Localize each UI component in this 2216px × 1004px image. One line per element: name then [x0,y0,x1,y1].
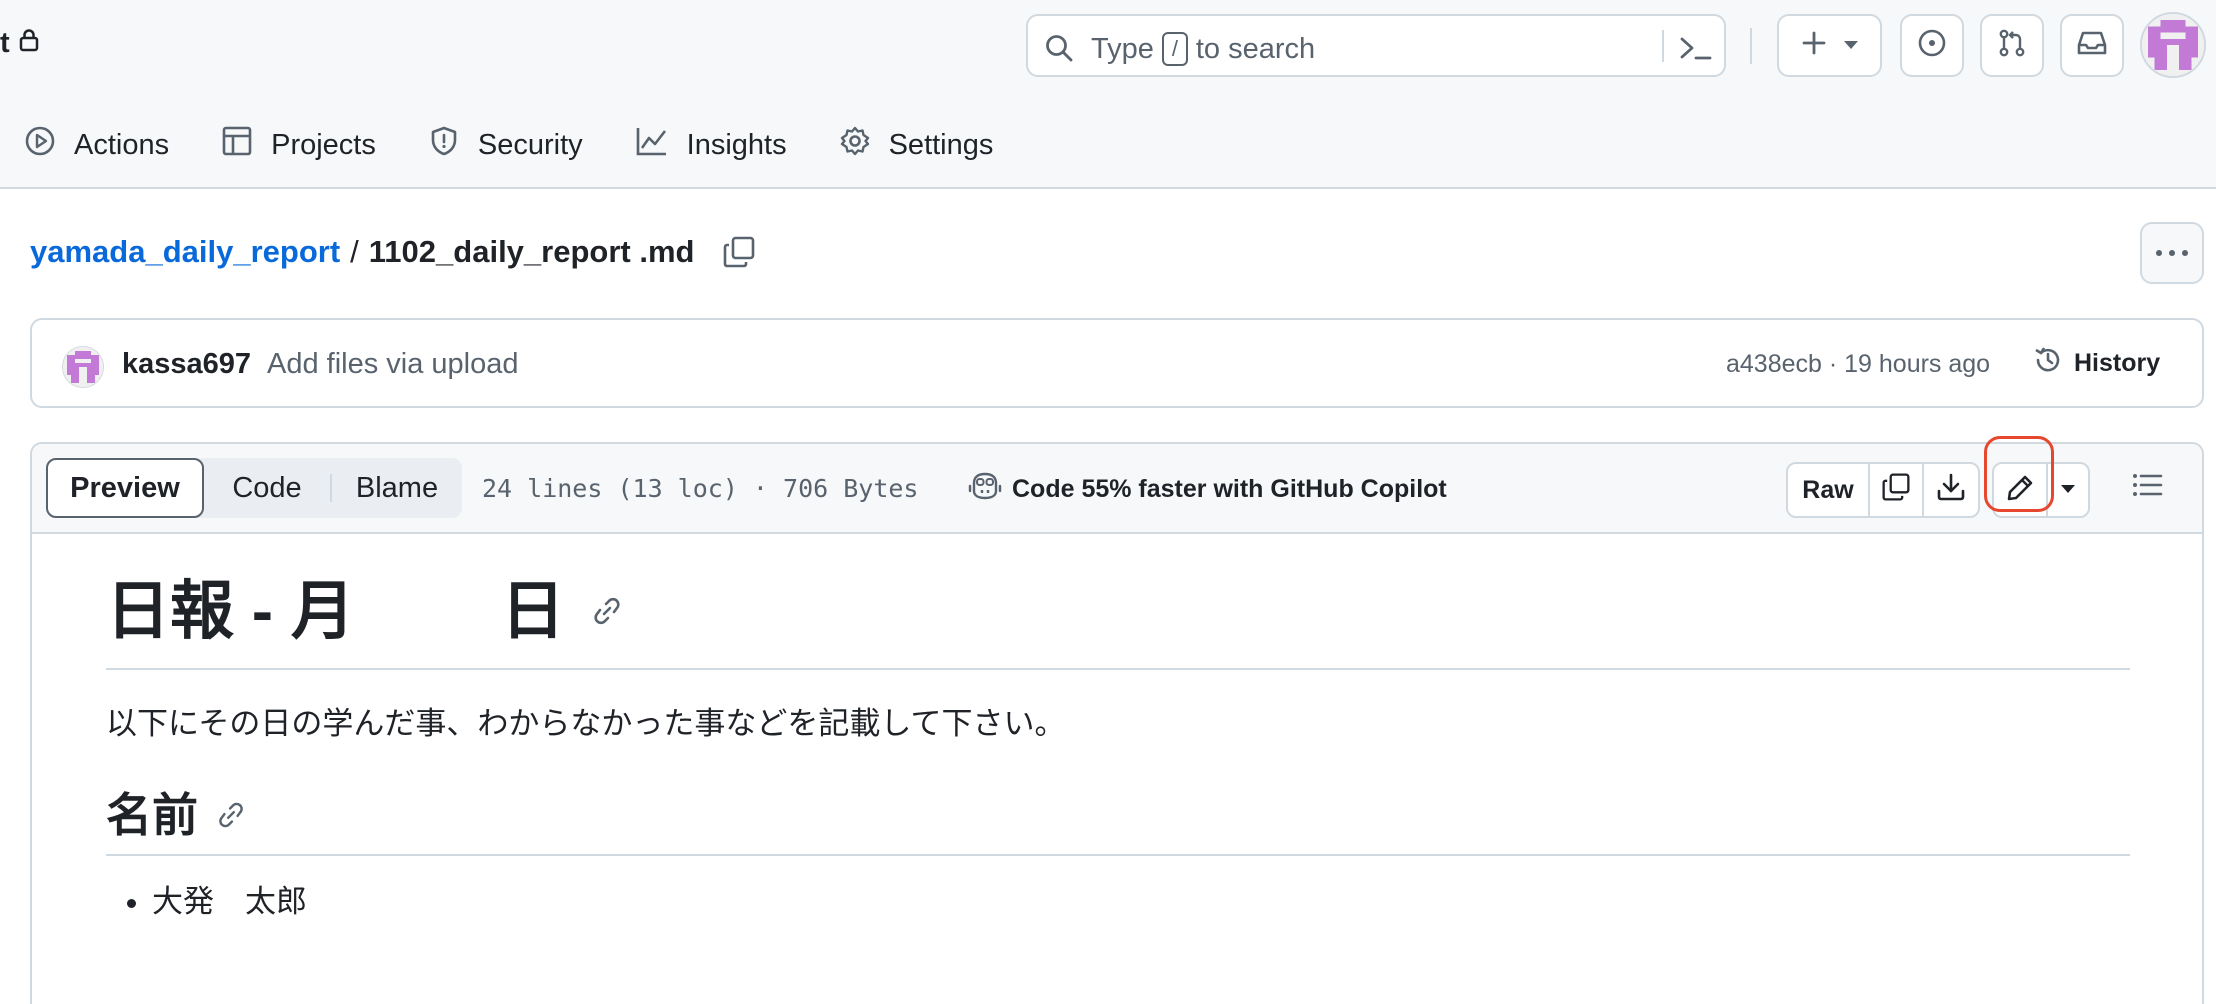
file-viewer: Preview Code Blame 24 lines (13 loc) · 7… [30,436,2204,1004]
h2-text: 名前 [106,789,198,841]
raw-button[interactable]: Raw [1788,464,1870,516]
copy-raw-button[interactable] [1870,464,1924,516]
search-divider [1662,30,1664,62]
tab-code[interactable]: Code [204,458,330,518]
pencil-icon [2005,473,2035,508]
copilot-promo-text: Code 55% faster with GitHub Copilot [1012,475,1447,503]
nav-actions[interactable]: Actions [24,125,169,165]
tab-blame[interactable]: Blame [332,458,462,518]
nav-settings-label: Settings [888,128,994,161]
kebab-horizontal-icon [2155,244,2189,262]
lock-icon [18,27,40,60]
markdown-h2: 名前 [106,776,2130,856]
nav-security-label: Security [477,128,583,161]
plus-icon [1801,30,1827,61]
caret-down-icon [2060,481,2076,499]
breadcrumb: yamada_daily_report / 1102_daily_report … [30,234,756,270]
issue-opened-icon [1917,28,1947,63]
search-shortcut-key: / [1161,32,1188,66]
global-header: t Type / to search Actions Projects Secu… [0,0,2216,189]
search-icon [1044,33,1074,68]
caret-down-icon [1843,37,1859,55]
create-new-button[interactable] [1777,14,1882,77]
history-button[interactable]: History [2032,344,2160,383]
search-placeholder-pre: Type [1091,32,1154,65]
h1-part1: 日報 - 月 [106,575,355,647]
pull-requests-button[interactable] [1980,14,2044,77]
nav-settings[interactable]: Settings [839,125,994,165]
repo-title-fragment[interactable]: t [0,27,40,60]
link-icon[interactable] [216,800,246,830]
header-divider [1750,28,1752,64]
search-placeholder-post: to search [1195,32,1316,65]
latest-commit-box: kassa697 Add files via upload a438ecb · … [30,318,2204,408]
list-item: 大発 太郎 [152,880,2130,924]
breadcrumb-file-name: 1102_daily_report .md [368,234,695,269]
markdown-intro: 以下にその日の学んだ事、わからなかった事などを記載して下さい。 [106,706,1066,741]
copilot-icon [968,471,1002,508]
repo-title-text: t [0,27,10,59]
shield-icon [428,125,460,165]
nav-actions-label: Actions [74,128,170,161]
history-icon [2032,344,2064,383]
markdown-list: 大発 太郎 [106,880,2130,924]
outline-list-icon[interactable] [2130,468,2164,507]
more-options-button[interactable] [2140,222,2204,284]
markdown-h1: 日報 - 月 日 [106,554,2130,670]
download-icon [1936,472,1966,509]
search-placeholder: Type / to search [1091,32,1315,66]
markdown-body: 日報 - 月 日 以下にその日の学んだ事、わからなかった事などを記載して下さい。… [106,554,2130,924]
file-stats: 24 lines (13 loc) · 706 Bytes [482,474,919,503]
graph-icon [635,125,669,165]
h1-part2: 日 [500,575,565,647]
commit-author[interactable]: kassa697 [122,348,251,381]
edit-file-button[interactable] [1994,464,2048,516]
breadcrumb-repo-link[interactable]: yamada_daily_report [30,234,340,270]
copy-path-icon[interactable] [722,235,756,269]
edit-actions-group [1992,462,2090,518]
nav-insights[interactable]: Insights [635,125,787,165]
command-palette-icon[interactable] [1678,34,1714,67]
gear-icon [839,125,871,165]
user-avatar[interactable] [2140,12,2206,78]
git-pull-request-icon [1997,28,2027,63]
commit-author-avatar[interactable] [62,346,104,388]
search-input[interactable]: Type / to search [1026,14,1726,77]
file-actions-group: Raw [1786,462,1980,518]
issues-button[interactable] [1900,14,1964,77]
table-icon [221,125,253,165]
nav-projects-label: Projects [271,128,376,161]
link-icon[interactable] [591,595,623,627]
copy-icon [1881,472,1911,509]
copilot-promo-link[interactable]: Code 55% faster with GitHub Copilot [968,471,1447,508]
nav-insights-label: Insights [686,128,787,161]
file-toolbar: Preview Code Blame 24 lines (13 loc) · 7… [32,436,2202,534]
nav-projects[interactable]: Projects [221,125,376,165]
edit-dropdown-button[interactable] [2048,464,2088,516]
commit-meta[interactable]: a438ecb · 19 hours ago [1726,350,1990,379]
repo-nav: Actions Projects Security Insights Setti… [0,120,1045,170]
breadcrumb-separator: / [350,234,359,269]
inbox-icon [2076,29,2108,62]
tab-preview[interactable]: Preview [46,458,204,518]
view-mode-tabs: Preview Code Blame [46,458,462,518]
history-label: History [2074,349,2161,377]
nav-security[interactable]: Security [428,125,583,165]
download-button[interactable] [1924,464,1978,516]
inbox-button[interactable] [2060,14,2124,77]
commit-message[interactable]: Add files via upload [267,348,519,381]
play-icon [24,125,56,165]
